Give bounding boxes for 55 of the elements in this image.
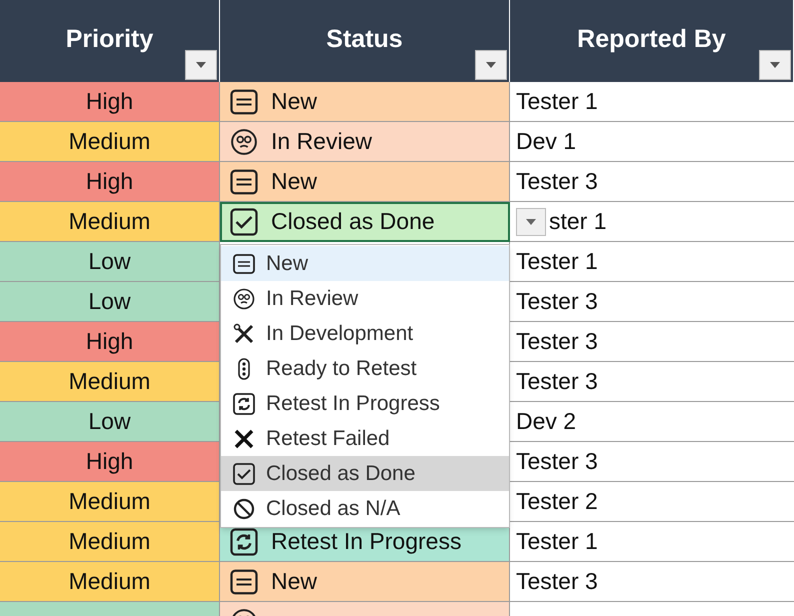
priority-cell: Low <box>0 402 220 442</box>
priority-cell: High <box>0 322 220 362</box>
priority-cell: High <box>0 162 220 202</box>
checkbox-icon <box>232 462 256 486</box>
reporter-cell: Tester 3 <box>510 562 794 602</box>
caret-icon <box>195 61 207 69</box>
status-cell[interactable]: New <box>220 562 510 602</box>
face-icon <box>229 126 259 156</box>
status-cell[interactable]: New <box>220 162 510 202</box>
reporter-cell-text: ster 1 <box>549 207 607 236</box>
filter-button[interactable] <box>475 50 507 80</box>
reporter-cell: Tester 1 <box>510 522 794 562</box>
priority-cell: Medium <box>0 522 220 562</box>
priority-cell: Low <box>0 242 220 282</box>
priority-cell: Medium <box>0 562 220 602</box>
caret-icon <box>525 218 537 226</box>
column-header[interactable]: Priority <box>0 0 220 82</box>
checkbox-icon <box>229 206 259 236</box>
dropdown-option[interactable]: New <box>221 246 509 281</box>
face-icon <box>232 286 256 310</box>
refresh-icon <box>229 526 259 556</box>
filter-button[interactable] <box>185 50 217 80</box>
reporter-cell: Tester 1 <box>510 82 794 122</box>
priority-cell: Medium <box>0 202 220 242</box>
column-header[interactable]: Status <box>220 0 510 82</box>
badge-icon <box>232 252 256 276</box>
priority-cell: Medium <box>0 122 220 162</box>
filter-button[interactable] <box>759 50 791 80</box>
caret-icon <box>485 61 497 69</box>
reporter-cell: Dev 1 <box>510 122 794 162</box>
status-cell[interactable]: New <box>220 82 510 122</box>
reporter-cell: Tester 3 <box>510 162 794 202</box>
dropdown-option[interactable]: In Review <box>221 281 509 316</box>
priority-cell: Low <box>0 282 220 322</box>
badge-icon <box>229 566 259 596</box>
column-header[interactable]: Reported By <box>510 0 794 82</box>
refresh-icon <box>232 392 256 416</box>
status-cell[interactable]: In Review <box>220 122 510 162</box>
badge-icon <box>229 86 259 116</box>
dropdown-option[interactable]: Retest Failed <box>221 421 509 456</box>
priority-cell: Medium <box>0 482 220 522</box>
dropdown-option[interactable]: In Development <box>221 316 509 351</box>
dropdown-option[interactable]: Closed as Done <box>221 456 509 491</box>
badge-icon <box>229 166 259 196</box>
status-cell[interactable]: Closed as Done <box>220 202 510 242</box>
priority-cell: High <box>0 442 220 482</box>
priority-cell: High <box>0 82 220 122</box>
dropdown-option[interactable]: Closed as N/A <box>221 491 509 526</box>
caret-icon <box>769 61 781 69</box>
tools-icon <box>232 322 256 346</box>
dropdown-button[interactable] <box>516 208 546 236</box>
dropdown-option[interactable]: Retest In Progress <box>221 386 509 421</box>
dropdown-option[interactable]: Ready to Retest <box>221 351 509 386</box>
prohibited-icon <box>232 496 256 520</box>
priority-cell: Medium <box>0 362 220 402</box>
